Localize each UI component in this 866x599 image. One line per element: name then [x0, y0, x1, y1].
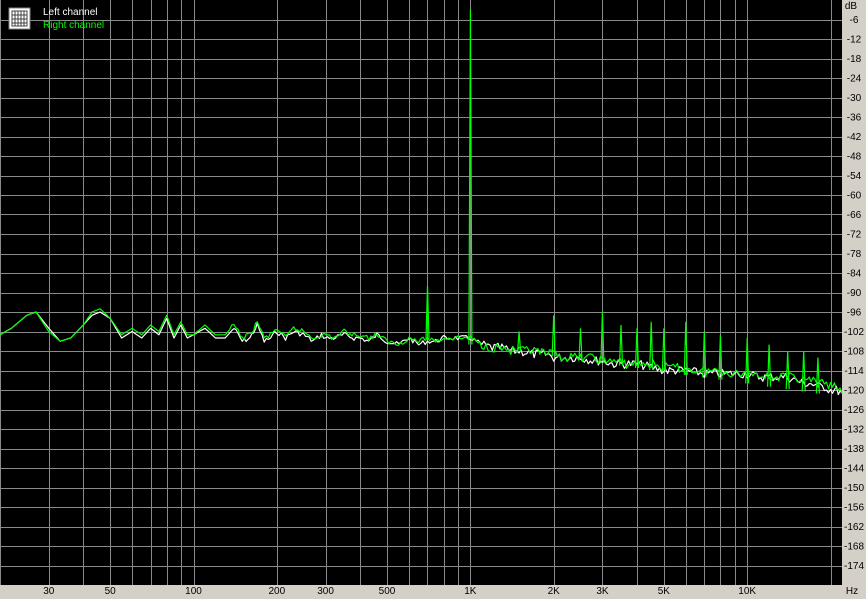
- x-tick-label: 1K: [464, 586, 477, 597]
- y-tick-label: -84: [847, 269, 862, 280]
- x-tick-label: 10K: [738, 586, 756, 597]
- x-tick-label: 3K: [596, 586, 609, 597]
- y-tick-label: -156: [844, 503, 864, 514]
- y-tick-label: -120: [844, 386, 864, 397]
- x-tick-label: 2K: [548, 586, 561, 597]
- x-tick-label: 200: [269, 586, 286, 597]
- y-axis-unit: dB: [845, 1, 858, 12]
- y-tick-label: -108: [844, 347, 864, 358]
- plot-area: [0, 0, 842, 585]
- y-tick-label: -42: [847, 132, 862, 143]
- y-tick-label: -174: [844, 561, 864, 572]
- y-tick-label: -168: [844, 542, 864, 553]
- y-tick-label: -132: [844, 425, 864, 436]
- y-tick-label: -78: [847, 249, 862, 260]
- y-tick-label: -24: [847, 74, 862, 85]
- y-tick-label: -138: [844, 444, 864, 455]
- y-tick-label: -102: [844, 327, 864, 338]
- y-tick-label: -48: [847, 152, 862, 163]
- y-tick-label: -54: [847, 171, 862, 182]
- x-tick-label: 100: [185, 586, 202, 597]
- x-tick-label: 500: [379, 586, 396, 597]
- legend-entry-left-channel: Left channel: [43, 7, 98, 18]
- x-tick-label: 5K: [658, 586, 671, 597]
- y-tick-label: -150: [844, 483, 864, 494]
- y-tick-label: -36: [847, 113, 862, 124]
- y-tick-label: -66: [847, 210, 862, 221]
- x-tick-label: 300: [317, 586, 334, 597]
- y-tick-label: -12: [847, 35, 862, 46]
- y-tick-label: -30: [847, 93, 862, 104]
- y-tick-label: -126: [844, 405, 864, 416]
- y-tick-label: -144: [844, 464, 864, 475]
- x-axis-unit: Hz: [846, 586, 858, 597]
- x-tick-label: 50: [105, 586, 117, 597]
- x-tick-label: 30: [43, 586, 55, 597]
- y-tick-label: -162: [844, 522, 864, 533]
- spectrum-chart: 30 50 100 200 300 500 1K 2K 3K 5K 10K -6 -12 -18 -24 -…: [0, 0, 866, 599]
- y-tick-label: -96: [847, 308, 862, 319]
- y-tick-label: -72: [847, 230, 862, 241]
- y-tick-label: -6: [850, 15, 859, 26]
- legend-entry-right-channel: Right channel: [43, 20, 104, 31]
- y-tick-label: -18: [847, 54, 862, 65]
- y-tick-label: -114: [844, 366, 864, 377]
- y-tick-label: -60: [847, 191, 862, 202]
- y-tick-label: -90: [847, 288, 862, 299]
